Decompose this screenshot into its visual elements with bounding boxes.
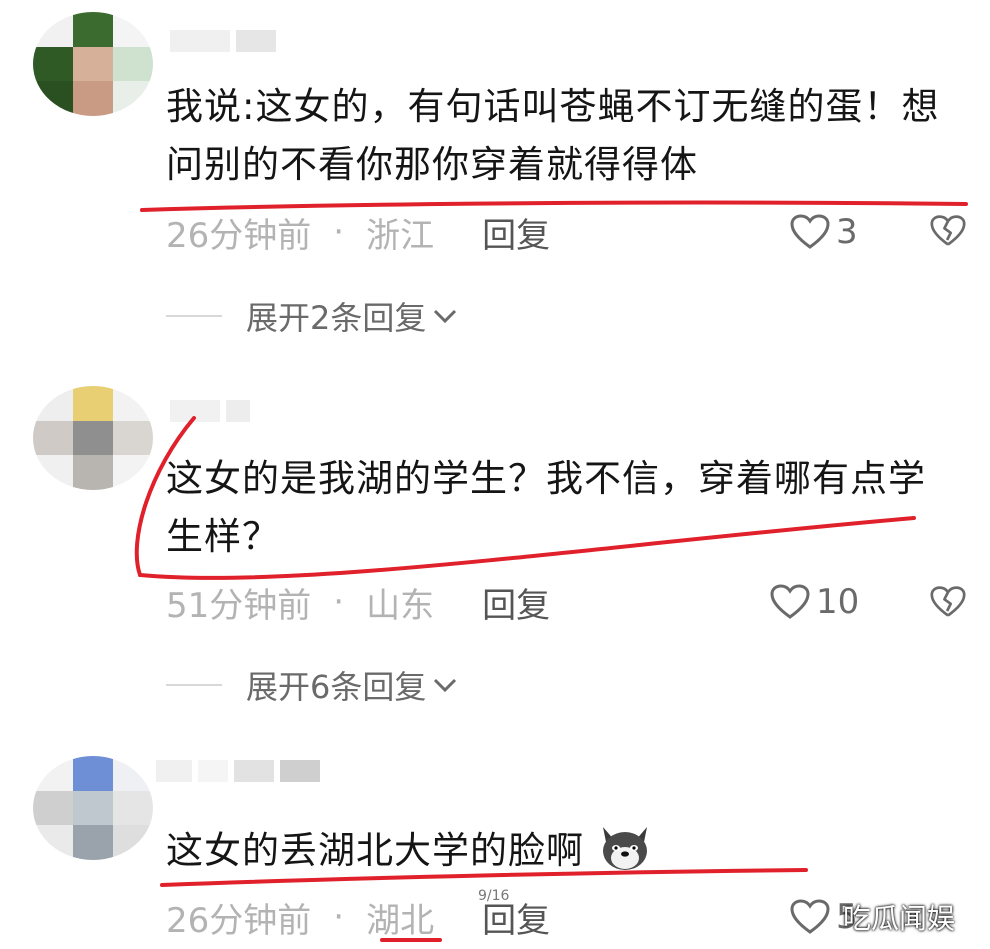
comment-time: 51分钟前 [166, 585, 312, 626]
expand-replies-label: 展开2条回复 [246, 299, 427, 337]
username-blurred[interactable] [170, 400, 250, 422]
separator: · [333, 897, 345, 937]
comment-time: 26分钟前 [166, 900, 312, 941]
heart-outline-icon [790, 214, 830, 249]
comment-meta: 51分钟前 · 山东 回复 [166, 578, 550, 627]
heart-outline-icon [770, 584, 810, 619]
comment-location: 山东 [366, 585, 435, 626]
comment-location: 湖北 [366, 900, 435, 941]
comment-time: 26分钟前 [166, 215, 312, 256]
chevron-down-icon [434, 309, 457, 324]
avatar[interactable] [33, 756, 153, 860]
expand-replies-button[interactable]: 展开2条回复 [166, 296, 458, 337]
like-button[interactable]: 3 [790, 210, 858, 254]
comment-text: 这女的是我湖的学生？我不信，穿着哪有点学生样？ [166, 457, 926, 558]
avatar[interactable] [33, 386, 153, 490]
username-blurred[interactable] [156, 760, 320, 782]
like-count: 10 [816, 582, 860, 622]
separator: · [333, 582, 345, 622]
reply-button[interactable]: 回复 [482, 208, 550, 257]
divider-line [166, 315, 222, 317]
comment-text: 这女的丢湖北大学的脸啊 [166, 822, 946, 880]
like-count: 3 [836, 212, 858, 252]
watermark: 吃瓜闻娱 [843, 902, 956, 935]
like-button[interactable]: 10 [770, 580, 859, 624]
broken-heart-icon[interactable] [930, 584, 966, 620]
chevron-down-icon [434, 678, 457, 693]
avatar[interactable] [33, 12, 153, 116]
reply-button[interactable]: 回复 [482, 578, 550, 627]
comment-text: 我说:这女的，有句话叫苍蝇不订无缝的蛋！想问别的不看你那你穿着就得得体 [166, 85, 940, 186]
comment-meta: 26分钟前 · 浙江 回复 [166, 208, 550, 257]
divider-line [166, 684, 222, 686]
dog-face-emoji [602, 827, 647, 870]
username-blurred[interactable] [170, 30, 276, 52]
separator: · [333, 212, 345, 252]
comment-location: 浙江 [366, 215, 435, 256]
expand-replies-button[interactable]: 展开6条回复 [166, 665, 458, 706]
heart-outline-icon [790, 899, 830, 934]
page-indicator: 9/16 [478, 888, 510, 904]
broken-heart-icon[interactable] [930, 213, 966, 249]
expand-replies-label: 展开6条回复 [246, 668, 427, 706]
comment-text-content: 这女的丢湖北大学的脸啊 [166, 829, 584, 872]
